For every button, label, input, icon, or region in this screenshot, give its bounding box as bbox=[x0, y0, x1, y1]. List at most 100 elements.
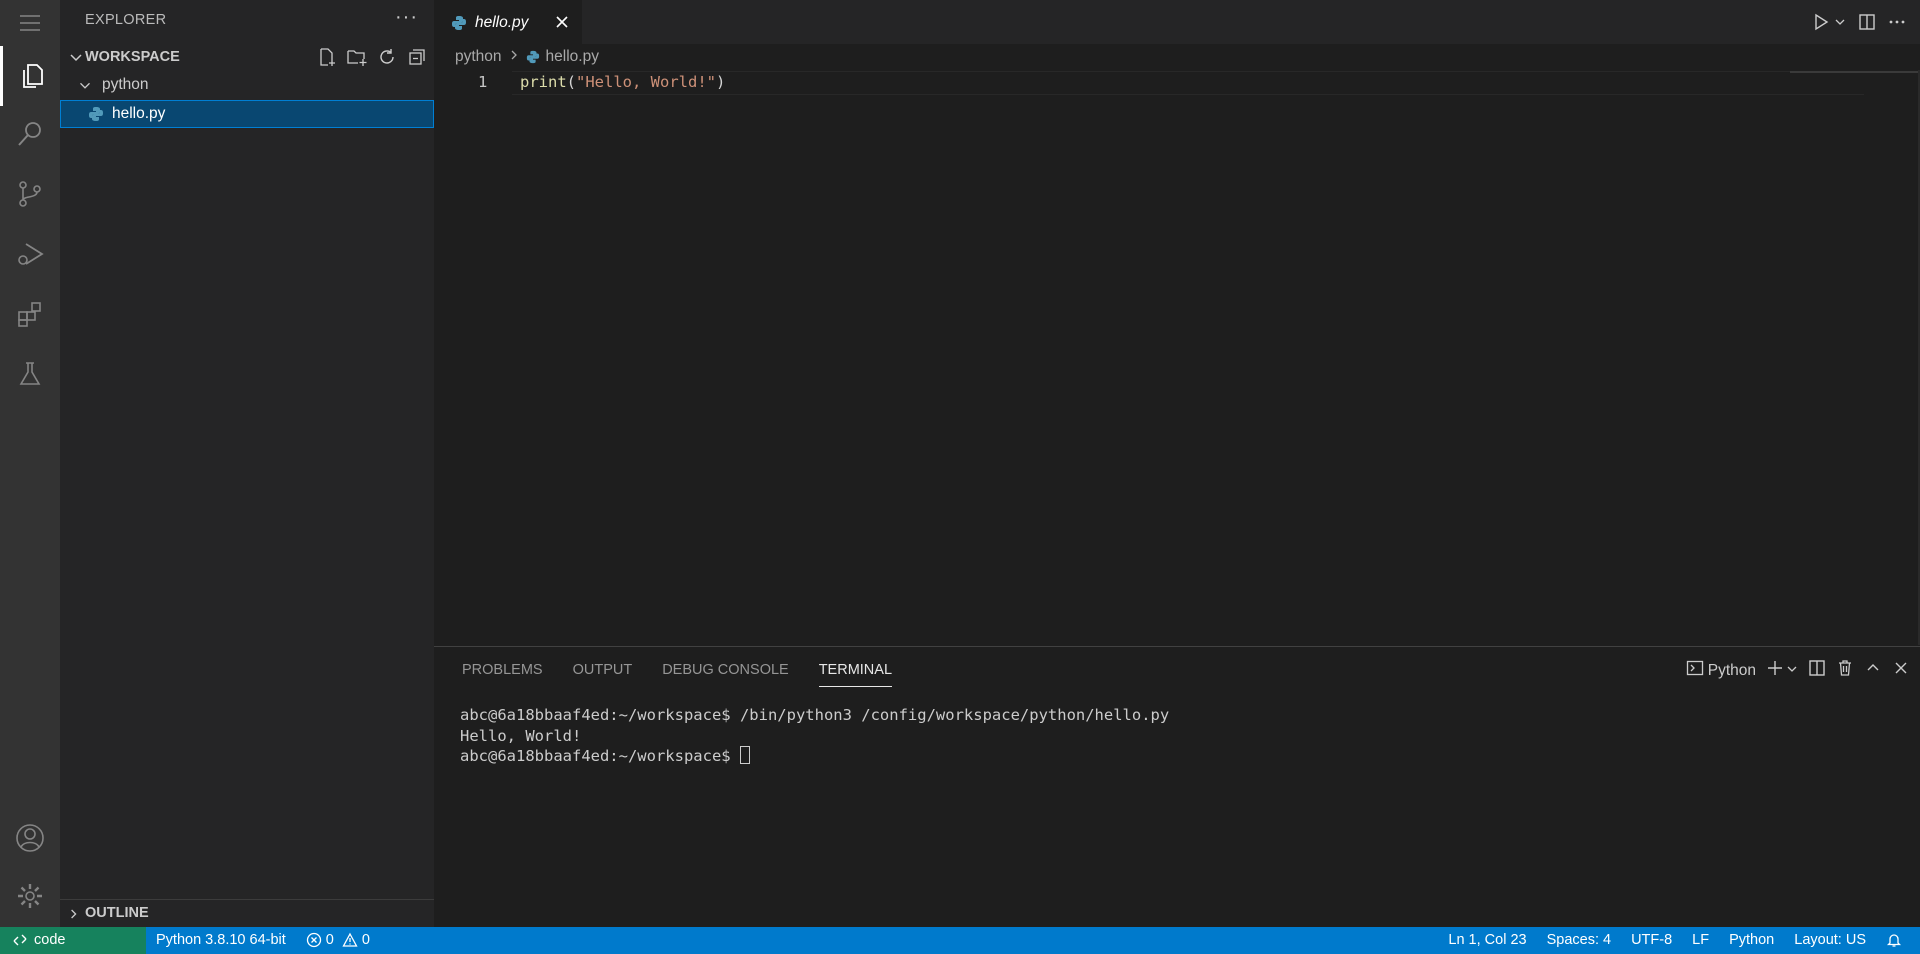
extensions-icon[interactable] bbox=[0, 284, 60, 344]
code-editor[interactable]: 1 print("Hello, World!") bbox=[434, 70, 1920, 645]
error-icon bbox=[306, 932, 321, 948]
breadcrumb-file[interactable]: hello.py bbox=[546, 48, 599, 66]
folder-label: python bbox=[102, 76, 149, 93]
terminal-prompt-line: abc@6a18bbaaf4ed:~/workspace$ bbox=[460, 746, 1169, 767]
tab-problems[interactable]: PROBLEMS bbox=[462, 647, 543, 687]
status-left: Python 3.8.10 64-bit 0 0 bbox=[156, 932, 370, 948]
close-icon[interactable] bbox=[552, 12, 572, 32]
bottom-panel: PROBLEMS OUTPUT DEBUG CONSOLE TERMINAL P… bbox=[434, 646, 1920, 927]
source-control-icon[interactable] bbox=[0, 164, 60, 224]
error-count: 0 bbox=[325, 932, 334, 948]
terminal-dropdown-chevron-icon[interactable] bbox=[1786, 662, 1798, 680]
search-icon[interactable] bbox=[0, 104, 60, 164]
language-mode[interactable]: Python bbox=[1729, 932, 1774, 948]
collapse-all-icon[interactable] bbox=[406, 46, 428, 68]
gear-icon[interactable] bbox=[0, 866, 60, 926]
new-terminal-icon[interactable] bbox=[1766, 659, 1784, 682]
workspace-section-header[interactable]: WORKSPACE bbox=[60, 46, 434, 70]
chevron-right-icon bbox=[71, 909, 77, 919]
outline-label: OUTLINE bbox=[85, 905, 149, 921]
workspace-actions bbox=[316, 46, 428, 68]
trash-icon[interactable] bbox=[1836, 659, 1854, 682]
gear-glyph bbox=[18, 884, 42, 908]
explorer-title: EXPLORER bbox=[85, 12, 167, 28]
chevron-down-icon bbox=[70, 54, 82, 62]
new-folder-icon[interactable] bbox=[346, 46, 368, 68]
terminal-icon bbox=[1686, 659, 1704, 682]
panel-tabs: PROBLEMS OUTPUT DEBUG CONSOLE TERMINAL bbox=[434, 647, 893, 687]
editor-actions bbox=[1812, 12, 1906, 32]
code-paren-close: ) bbox=[716, 73, 726, 91]
terminal-line: abc@6a18bbaaf4ed:~/workspace$ /bin/pytho… bbox=[460, 706, 1170, 724]
activity-bar bbox=[0, 0, 60, 927]
extensions-glyph bbox=[18, 302, 41, 327]
tab-output[interactable]: OUTPUT bbox=[573, 647, 633, 687]
tab-debug-console[interactable]: DEBUG CONSOLE bbox=[662, 647, 789, 687]
python-file-icon bbox=[452, 16, 466, 30]
file-label: hello.py bbox=[112, 105, 166, 122]
breadcrumb: python hello.py bbox=[455, 48, 599, 66]
warning-icon bbox=[342, 932, 358, 947]
hamburger-glyph bbox=[20, 15, 40, 31]
bell-icon[interactable] bbox=[1886, 932, 1902, 948]
run-dropdown-chevron-icon[interactable] bbox=[1834, 12, 1846, 32]
python-file-icon bbox=[526, 50, 539, 64]
terminal-output[interactable]: abc@6a18bbaaf4ed:~/workspace$ /bin/pytho… bbox=[460, 705, 1169, 767]
code-string: "Hello, World!" bbox=[576, 73, 716, 91]
minimap[interactable] bbox=[1790, 71, 1920, 73]
explorer-more-button[interactable]: ··· bbox=[395, 6, 418, 29]
maximize-panel-icon[interactable] bbox=[1864, 659, 1882, 682]
close-panel-icon[interactable] bbox=[1892, 659, 1910, 682]
run-debug-icon[interactable] bbox=[0, 224, 60, 284]
python-interpreter[interactable]: Python 3.8.10 64-bit bbox=[156, 932, 286, 948]
code-line[interactable]: print("Hello, World!") bbox=[520, 73, 725, 91]
end-of-line[interactable]: LF bbox=[1692, 932, 1709, 948]
python-file-icon bbox=[89, 107, 103, 121]
run-debug-glyph bbox=[18, 243, 44, 265]
account-icon[interactable] bbox=[0, 808, 60, 868]
terminal-line: Hello, World! bbox=[460, 726, 582, 745]
new-file-icon[interactable] bbox=[316, 46, 338, 68]
cursor-position[interactable]: Ln 1, Col 23 bbox=[1448, 932, 1526, 948]
workspace-label: WORKSPACE bbox=[85, 49, 180, 65]
split-terminal-icon[interactable] bbox=[1808, 659, 1826, 682]
explorer-sidebar: EXPLORER ··· WORKSPACE python hello.py O… bbox=[60, 0, 434, 927]
menu-icon[interactable] bbox=[0, 0, 60, 46]
flask-glyph bbox=[19, 362, 41, 385]
split-editor-icon[interactable] bbox=[1858, 12, 1876, 32]
more-actions-icon[interactable] bbox=[1888, 12, 1906, 32]
breadcrumb-folder[interactable]: python bbox=[455, 48, 502, 66]
chevron-right-icon bbox=[508, 48, 520, 66]
keyboard-layout[interactable]: Layout: US bbox=[1794, 932, 1866, 948]
status-right: Ln 1, Col 23 Spaces: 4 UTF-8 LF Python L… bbox=[1448, 932, 1902, 948]
encoding[interactable]: UTF-8 bbox=[1631, 932, 1672, 948]
panel-actions: Python bbox=[1686, 659, 1910, 682]
indentation[interactable]: Spaces: 4 bbox=[1547, 932, 1612, 948]
line-number: 1 bbox=[478, 73, 488, 91]
tree-file-hello-py[interactable]: hello.py bbox=[60, 100, 434, 128]
files-glyph bbox=[22, 64, 43, 88]
outline-section-header[interactable]: OUTLINE bbox=[60, 899, 434, 927]
account-glyph bbox=[16, 824, 44, 852]
chevron-down-icon bbox=[80, 82, 90, 89]
tree-folder-python[interactable]: python bbox=[60, 72, 434, 100]
remote-indicator[interactable]: code bbox=[0, 927, 146, 954]
source-control-glyph bbox=[19, 181, 41, 207]
refresh-icon[interactable] bbox=[376, 46, 398, 68]
remote-label: code bbox=[34, 932, 66, 948]
terminal-cursor bbox=[739, 746, 750, 764]
tab-hello-py[interactable]: hello.py bbox=[434, 0, 582, 44]
terminal-name[interactable]: Python bbox=[1708, 662, 1756, 680]
tab-label: hello.py bbox=[475, 14, 529, 31]
files-icon[interactable] bbox=[0, 46, 60, 106]
run-python-file-icon[interactable] bbox=[1812, 12, 1830, 32]
status-bar: code Python 3.8.10 64-bit 0 0 Ln 1, Col … bbox=[0, 927, 1920, 954]
problems-indicator[interactable]: 0 0 bbox=[306, 932, 370, 948]
editor-tab-bar: hello.py bbox=[434, 0, 1920, 44]
tab-terminal[interactable]: TERMINAL bbox=[818, 647, 893, 687]
search-glyph bbox=[18, 122, 41, 146]
remote-icon bbox=[13, 934, 27, 946]
terminal-prompt: abc@6a18bbaaf4ed:~/workspace$ bbox=[460, 747, 740, 765]
testing-icon[interactable] bbox=[0, 344, 60, 404]
code-function: print bbox=[520, 73, 567, 91]
